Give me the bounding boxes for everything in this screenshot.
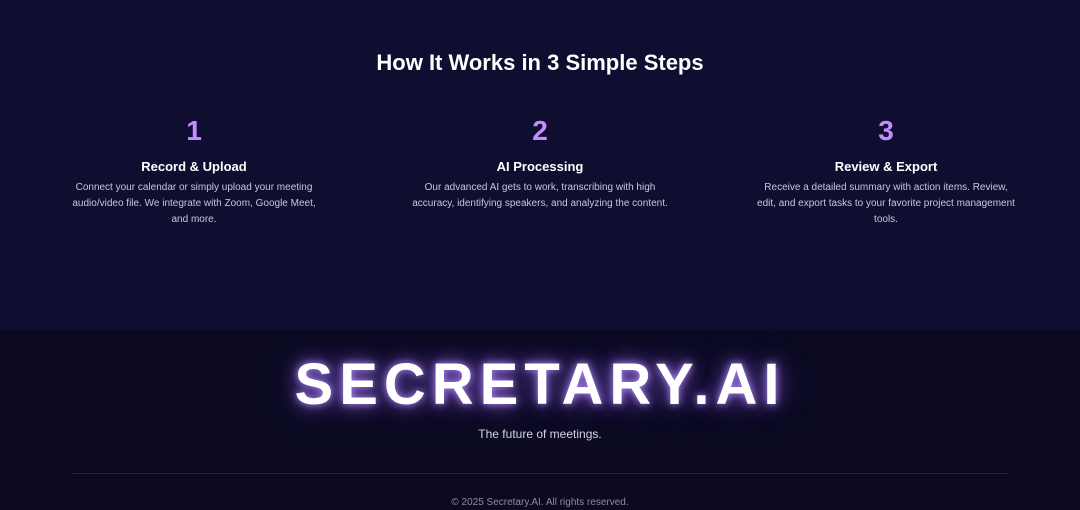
footer: SECRETARY.AI The future of meetings. © 2… bbox=[0, 330, 1080, 508]
step-3: 3 Review & Export Receive a detailed sum… bbox=[756, 114, 1016, 228]
step-2: 2 AI Processing Our advanced AI gets to … bbox=[410, 114, 670, 212]
brand-logo: SECRETARY.AI bbox=[294, 352, 786, 417]
step-1: 1 Record & Upload Connect your calendar … bbox=[64, 114, 324, 228]
step-number: 2 bbox=[532, 115, 548, 146]
step-description: Receive a detailed summary with action i… bbox=[757, 182, 1015, 225]
step-number: 3 bbox=[878, 115, 894, 146]
how-it-works-section: How It Works in 3 Simple Steps 1 Record … bbox=[0, 0, 1080, 330]
tagline: The future of meetings. bbox=[478, 427, 602, 441]
section-title: How It Works in 3 Simple Steps bbox=[376, 50, 704, 75]
step-title: AI Processing bbox=[496, 159, 584, 174]
step-description: Connect your calendar or simply upload y… bbox=[72, 182, 316, 225]
step-description: Our advanced AI gets to work, transcribi… bbox=[412, 182, 668, 209]
step-title: Review & Export bbox=[834, 159, 938, 174]
step-title: Record & Upload bbox=[141, 159, 247, 174]
footer-divider bbox=[72, 473, 1008, 474]
step-number: 1 bbox=[186, 115, 202, 146]
